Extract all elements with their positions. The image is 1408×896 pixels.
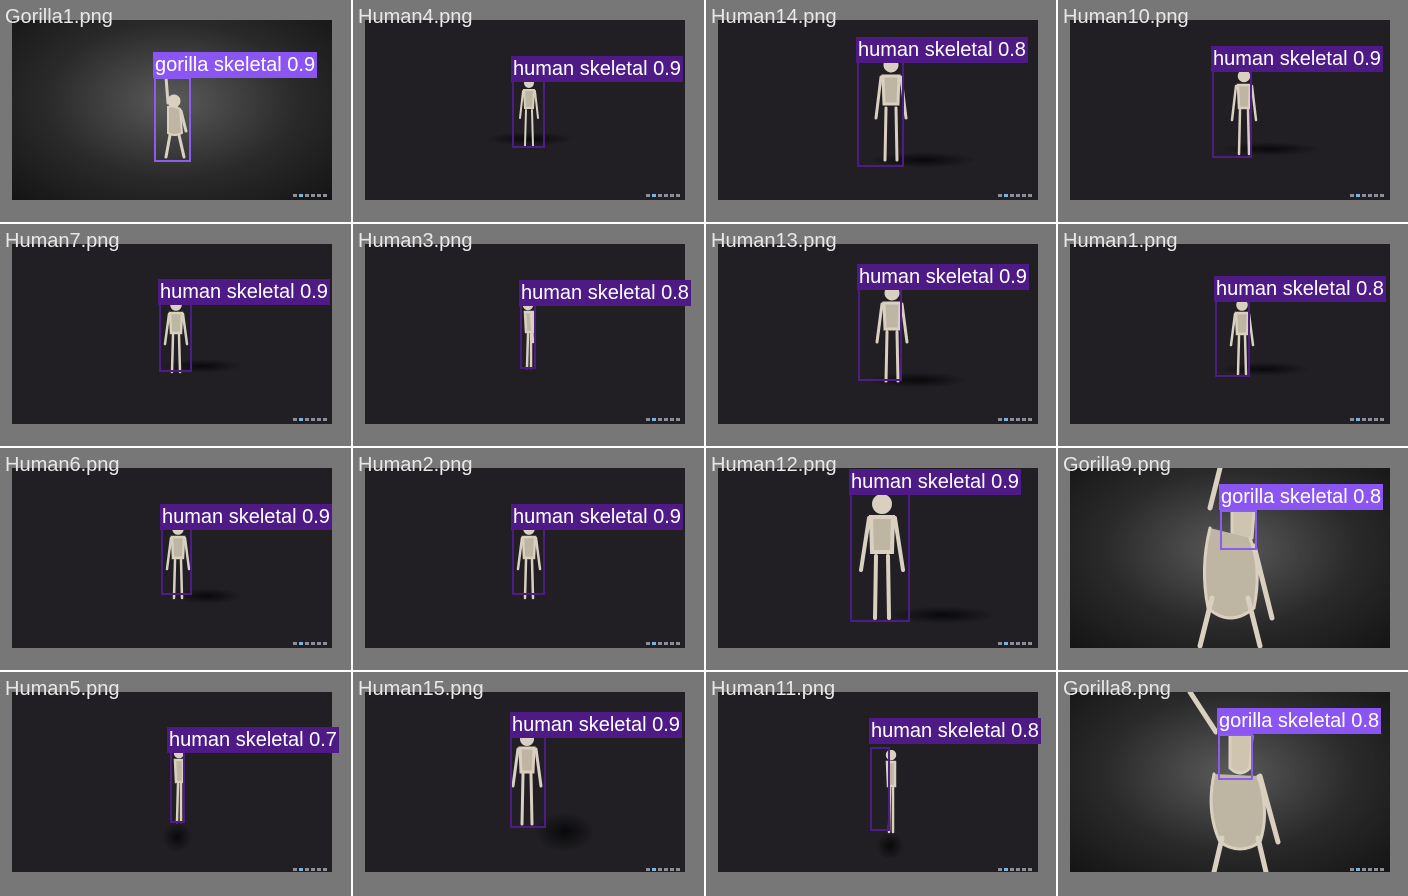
image-tile[interactable]: Gorilla9.png gorilla skeletal 0.8 xyxy=(1058,448,1408,670)
detection-label: human skeletal 0.8 xyxy=(869,718,1041,744)
image-tile[interactable]: Human4.png human skeletal 0.9 xyxy=(353,0,704,222)
image-tile[interactable]: Human7.png human skeletal 0.9 xyxy=(0,224,351,446)
detection-label: gorilla skeletal 0.9 xyxy=(153,52,318,78)
image-tile[interactable]: Gorilla8.png gorilla skeletal 0.8 xyxy=(1058,672,1408,896)
file-name: Human10.png xyxy=(1063,6,1189,28)
viewer-toolbar xyxy=(646,867,680,871)
viewer-toolbar xyxy=(293,193,327,197)
file-name: Human4.png xyxy=(358,6,473,28)
image-tile[interactable]: Human15.png human skeletal 0.9 xyxy=(353,672,704,896)
file-name: Human15.png xyxy=(358,678,484,700)
file-name: Gorilla8.png xyxy=(1063,678,1171,700)
file-name: Gorilla1.png xyxy=(5,6,113,28)
bounding-box xyxy=(1215,300,1250,377)
detection-label: human skeletal 0.9 xyxy=(160,504,332,530)
image-tile[interactable]: Human3.png human skeletal 0.8 xyxy=(353,224,704,446)
detection-label: human skeletal 0.9 xyxy=(511,504,683,530)
viewer-toolbar xyxy=(998,641,1032,645)
file-name: Human3.png xyxy=(358,230,473,252)
detection-label: human skeletal 0.8 xyxy=(519,280,691,306)
detection-label: human skeletal 0.8 xyxy=(856,37,1028,63)
viewer-toolbar xyxy=(646,641,680,645)
bounding-box xyxy=(512,78,545,148)
bounding-box xyxy=(161,525,192,595)
bounding-box xyxy=(870,747,890,831)
bounding-box xyxy=(510,734,546,828)
file-name: Human13.png xyxy=(711,230,837,252)
bounding-box xyxy=(159,301,192,372)
image-tile[interactable]: Human11.png human skeletal 0.8 xyxy=(706,672,1056,896)
detection-label: human skeletal 0.9 xyxy=(510,712,682,738)
bounding-box xyxy=(170,747,185,823)
detection-label: gorilla skeletal 0.8 xyxy=(1217,708,1382,734)
image-tile[interactable]: Human14.png human skeletal 0.8 xyxy=(706,0,1056,222)
file-name: Human6.png xyxy=(5,454,120,476)
bounding-box xyxy=(857,60,904,167)
bounding-box xyxy=(850,492,910,622)
detection-label: human skeletal 0.9 xyxy=(857,264,1029,290)
bounding-box xyxy=(520,302,536,369)
bounding-box xyxy=(154,77,191,162)
file-name: Gorilla9.png xyxy=(1063,454,1171,476)
detection-label: human skeletal 0.9 xyxy=(158,279,330,305)
bounding-box xyxy=(512,525,545,595)
image-tile[interactable]: Human12.png human skeletal 0.9 xyxy=(706,448,1056,670)
file-name: Human11.png xyxy=(711,678,836,700)
file-name: Human5.png xyxy=(5,678,120,700)
image-tile[interactable]: Human10.png human skeletal 0.9 xyxy=(1058,0,1408,222)
viewer-toolbar xyxy=(646,417,680,421)
image-tile[interactable]: Human13.png human skeletal 0.9 xyxy=(706,224,1056,446)
viewer-toolbar xyxy=(1350,193,1384,197)
file-name: Human14.png xyxy=(711,6,837,28)
detection-label: human skeletal 0.9 xyxy=(1211,46,1383,72)
image-tile[interactable]: Human1.png human skeletal 0.8 xyxy=(1058,224,1408,446)
viewer-toolbar xyxy=(646,193,680,197)
bounding-box xyxy=(1218,734,1253,780)
viewer-toolbar xyxy=(998,193,1032,197)
detection-label: human skeletal 0.7 xyxy=(167,727,339,753)
image-tile[interactable]: Gorilla1.png gorilla skeletal 0.9 xyxy=(0,0,351,222)
viewer-toolbar xyxy=(293,417,327,421)
viewer-toolbar xyxy=(293,641,327,645)
viewer-toolbar xyxy=(1350,867,1384,871)
bounding-box xyxy=(858,287,902,381)
viewer-toolbar xyxy=(1350,417,1384,421)
bounding-box xyxy=(1220,510,1257,550)
file-name: Human2.png xyxy=(358,454,473,476)
detection-label: gorilla skeletal 0.8 xyxy=(1219,484,1384,510)
viewer-toolbar xyxy=(998,417,1032,421)
file-name: Human7.png xyxy=(5,230,120,252)
image-tile[interactable]: Human6.png human skeletal 0.9 xyxy=(0,448,351,670)
image-tile[interactable]: Human5.png human skeletal 0.7 xyxy=(0,672,351,896)
detection-label: human skeletal 0.9 xyxy=(511,56,683,82)
viewer-toolbar xyxy=(998,867,1032,871)
image-tile[interactable]: Human2.png human skeletal 0.9 xyxy=(353,448,704,670)
bounding-box xyxy=(1212,68,1252,158)
file-name: Human1.png xyxy=(1063,230,1178,252)
detection-label: human skeletal 0.8 xyxy=(1214,276,1386,302)
detection-label: human skeletal 0.9 xyxy=(849,469,1021,495)
viewer-toolbar xyxy=(293,867,327,871)
file-name: Human12.png xyxy=(711,454,837,476)
